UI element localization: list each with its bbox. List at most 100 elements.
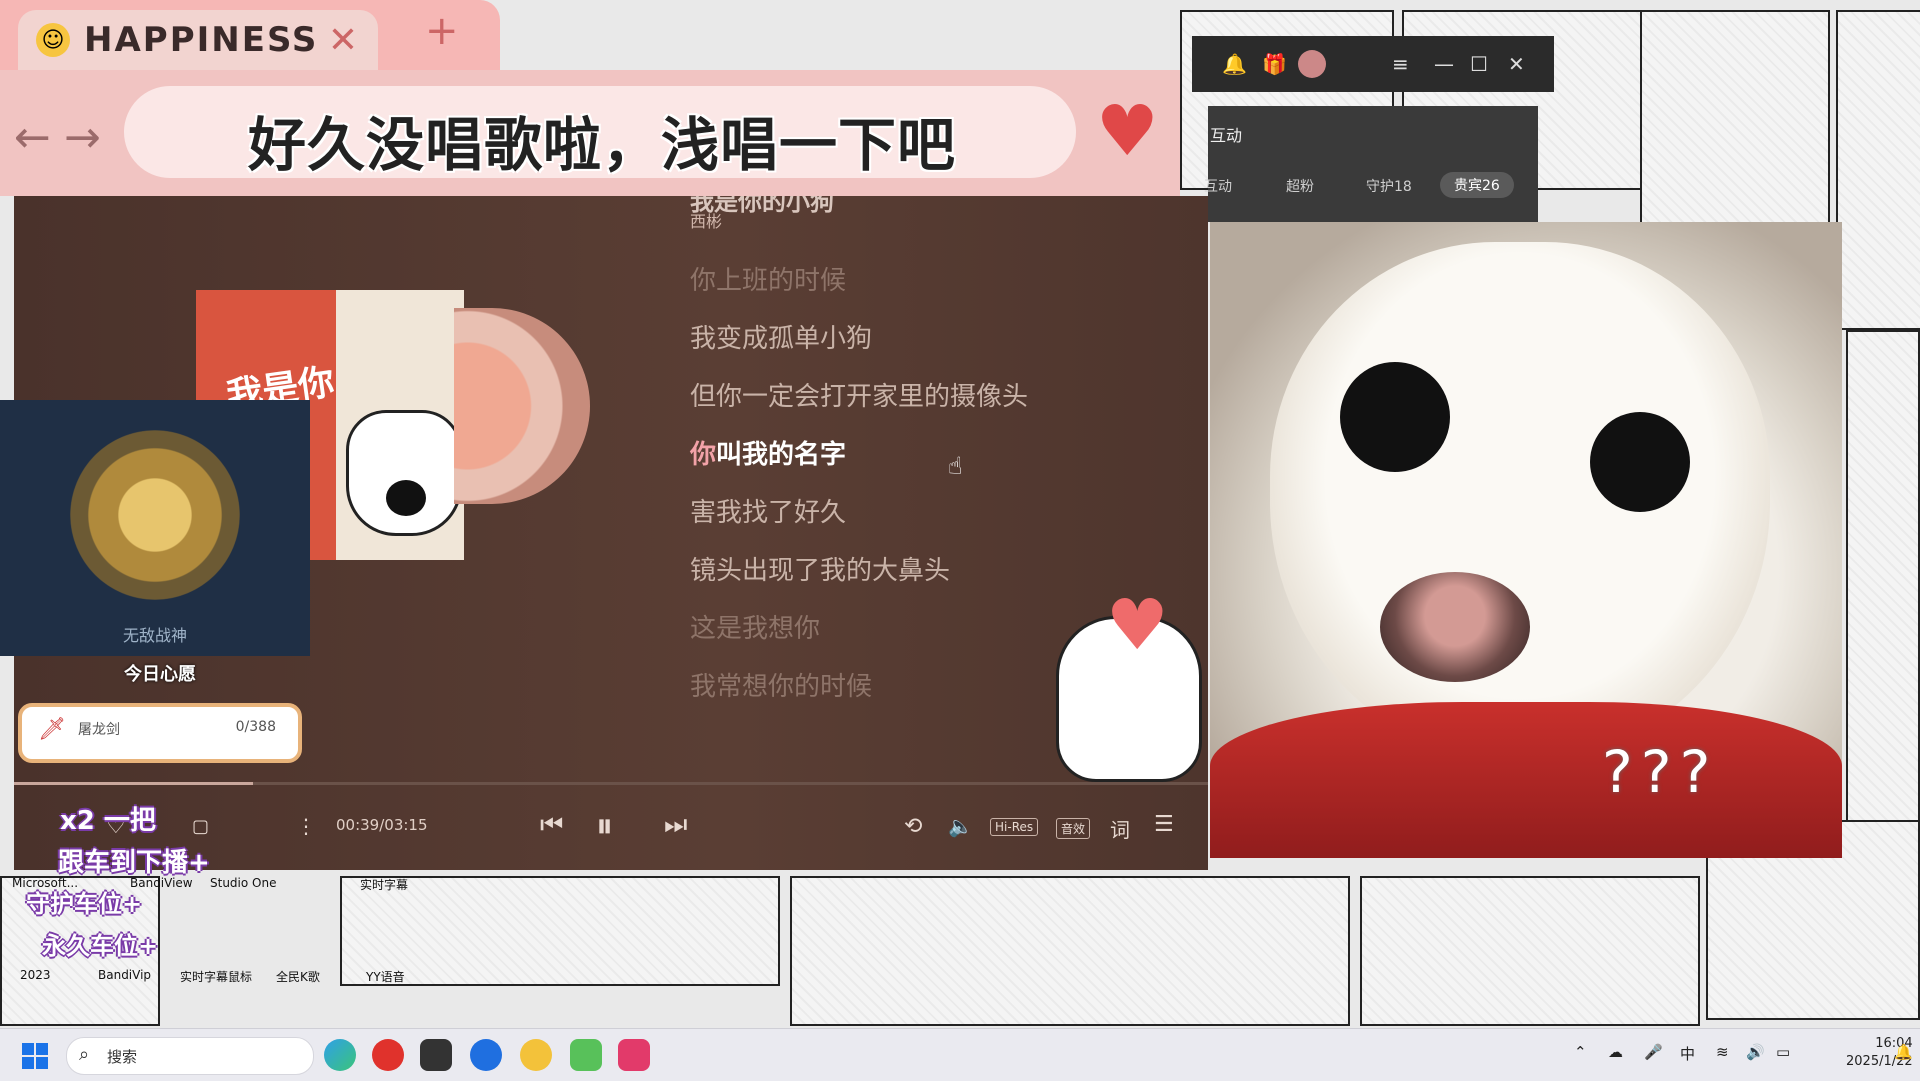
desktop-label[interactable]: 2023 xyxy=(20,968,51,982)
tab-happiness[interactable]: ☺ HAPPINESS ✕ xyxy=(18,10,378,70)
menu-icon[interactable]: ≡ xyxy=(1392,52,1409,76)
yellow-app-icon[interactable] xyxy=(520,1039,552,1071)
ime-indicator[interactable]: 中 xyxy=(1680,1043,1695,1064)
fan-tab-vip[interactable]: 贵宾26 xyxy=(1440,172,1514,198)
mic-icon[interactable]: 🎤 xyxy=(1644,1043,1663,1061)
dog-head xyxy=(1270,242,1770,762)
playlist-icon[interactable]: ☰ xyxy=(1154,812,1174,837)
fan-tab-interact[interactable]: 互动 xyxy=(1204,176,1232,196)
volume-icon[interactable]: 🔈 xyxy=(948,814,973,838)
lyric-highlight: 你 xyxy=(690,440,717,470)
background-panel xyxy=(1846,330,1920,830)
song-artist[interactable]: 西彬 xyxy=(690,208,722,232)
add-tab-icon[interactable]: + xyxy=(425,8,459,54)
wish-count: 0/388 xyxy=(235,719,276,735)
desktop-label[interactable]: Microsoft... xyxy=(12,876,78,890)
progress-track[interactable] xyxy=(14,782,1208,785)
search-icon: ⌕ xyxy=(79,1044,90,1065)
fan-tab-guardian[interactable]: 守护18 xyxy=(1366,176,1412,196)
gift-icon[interactable]: 🎁 xyxy=(1262,52,1287,76)
next-icon[interactable]: ⏭ xyxy=(664,810,687,841)
dog-nose xyxy=(1380,572,1530,682)
lyric-line[interactable]: 你上班的时候 xyxy=(690,260,846,297)
background-panel xyxy=(1836,10,1920,330)
album-dog-face xyxy=(346,410,462,536)
lyrics-button[interactable]: 词 xyxy=(1110,814,1130,843)
desktop-label[interactable]: Studio One xyxy=(210,876,276,890)
overlay-line-4: 永久车位+ xyxy=(42,932,159,960)
taskbar: ⌕ 搜索 ⌃ ☁ 🎤 中 ≋ 🔊 ▭ 16:04 2025/1/22 🔔 xyxy=(0,1028,1920,1081)
lyric-line[interactable]: 这是我想你 xyxy=(690,608,820,645)
heart-sticker-icon: ♥ xyxy=(1106,584,1169,666)
kugou-icon[interactable] xyxy=(470,1039,502,1071)
lyric-line[interactable]: 镜头出现了我的大鼻头 xyxy=(690,550,950,587)
progress-fill xyxy=(14,782,253,785)
desktop-label[interactable]: 实时字幕 xyxy=(360,876,408,893)
rank-badge-label: 无敌战神 xyxy=(122,626,187,645)
pink-app-icon[interactable] xyxy=(618,1039,650,1071)
question-marks: ??? xyxy=(1602,738,1719,806)
desktop-label[interactable]: 全民K歌 xyxy=(276,968,320,985)
notification-bell-icon[interactable]: 🔔 xyxy=(1894,1043,1913,1061)
maximize-icon[interactable]: ☐ xyxy=(1470,52,1488,76)
fan-tab-superfan[interactable]: 超粉 xyxy=(1286,176,1314,196)
lyric-line[interactable]: 你叫我的名字 xyxy=(690,434,846,471)
edge-icon[interactable] xyxy=(324,1039,356,1071)
vinyl-record xyxy=(454,308,590,504)
previous-icon[interactable]: ⏮ xyxy=(540,810,563,841)
app-icon[interactable] xyxy=(420,1039,452,1071)
speaker-icon[interactable]: 🔊 xyxy=(1746,1043,1765,1061)
desktop-label[interactable]: BandiVip xyxy=(98,968,151,982)
pause-icon[interactable]: ⏸ xyxy=(596,806,613,846)
sword-icon: 🗡 xyxy=(38,717,66,742)
back-arrow-icon[interactable]: ← xyxy=(14,112,51,163)
avatar[interactable] xyxy=(1298,50,1326,78)
lyric-line[interactable]: 我变成孤单小狗 xyxy=(690,318,872,355)
search-label: 搜索 xyxy=(107,1048,138,1066)
close-window-icon[interactable]: ✕ xyxy=(1508,52,1525,76)
desktop-label[interactable]: 实时字幕鼠标 xyxy=(180,968,252,985)
background-panel xyxy=(1360,876,1700,1026)
bell-icon[interactable]: 🔔 xyxy=(1222,52,1247,76)
rank-emblem-icon xyxy=(70,430,240,600)
tray-chevron-icon[interactable]: ⌃ xyxy=(1574,1043,1587,1061)
wish-item-name: 屠龙剑 xyxy=(78,722,120,738)
smile-icon: ☺ xyxy=(36,23,70,57)
sound-effect-button[interactable]: 音效 xyxy=(1056,818,1091,839)
lyric-line[interactable]: 我常想你的时候 xyxy=(690,666,872,703)
more-icon[interactable]: ⋮ xyxy=(296,814,316,838)
tab-strip: ☺ HAPPINESS ✕ + xyxy=(0,0,500,70)
minimize-icon[interactable]: — xyxy=(1434,52,1454,76)
address-bar[interactable]: 好久没唱歌啦，浅唱一下吧 xyxy=(124,86,1076,179)
bear-sticker: ♥ xyxy=(1036,584,1216,782)
overlay-line-2: 跟车到下播+ xyxy=(58,848,210,878)
lyric-line[interactable]: 但你一定会打开家里的摄像头 xyxy=(690,376,1028,413)
overlay-line-1: x2 一把 xyxy=(60,806,156,836)
forward-arrow-icon[interactable]: → xyxy=(64,112,101,163)
comment-icon[interactable]: ▢ xyxy=(192,816,209,837)
dog-eye-left xyxy=(1340,362,1450,472)
taskbar-search[interactable]: ⌕ 搜索 xyxy=(66,1037,314,1075)
fan-panel-title: 互动 xyxy=(1210,126,1243,145)
start-button[interactable] xyxy=(22,1043,48,1069)
desktop-label[interactable]: BandiView xyxy=(130,876,193,890)
hand-cursor-icon: ☝ xyxy=(948,452,963,480)
hires-button[interactable]: Hi-Res xyxy=(990,818,1039,836)
album-dog-eye xyxy=(386,480,426,516)
netease-music-icon[interactable] xyxy=(372,1039,404,1071)
fan-panel xyxy=(1208,106,1538,222)
dog-collar xyxy=(1210,702,1842,858)
lyric-rest: 叫我的名字 xyxy=(716,440,847,470)
wish-progress-bar: 🗡 屠龙剑 0/388 xyxy=(18,703,302,763)
wifi-icon[interactable]: ≋ xyxy=(1716,1043,1729,1061)
heart-icon[interactable]: ♥ xyxy=(1096,96,1159,166)
close-icon[interactable]: ✕ xyxy=(328,20,358,61)
cloud-icon[interactable]: ☁ xyxy=(1608,1043,1623,1061)
repeat-icon[interactable]: ⟲ xyxy=(904,814,922,839)
dog-photo xyxy=(1210,222,1842,858)
kook-icon[interactable] xyxy=(570,1039,602,1071)
lyric-line[interactable]: 害我找了好久 xyxy=(690,492,846,529)
battery-icon[interactable]: ▭ xyxy=(1776,1043,1790,1061)
desktop-label[interactable]: YY语音 xyxy=(366,968,405,985)
time-display: 00:39/03:15 xyxy=(336,816,428,834)
